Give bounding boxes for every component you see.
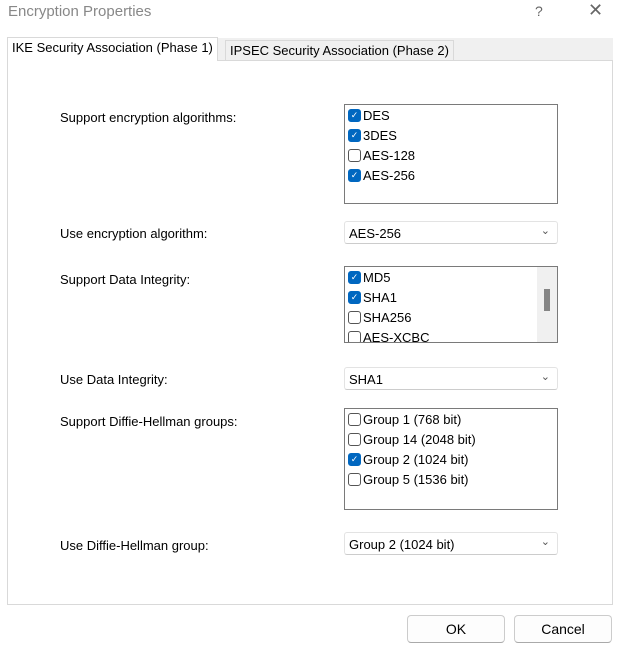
tab-ipsec-phase2[interactable]: IPSEC Security Association (Phase 2)	[225, 40, 454, 61]
use-integrity-label: Use Data Integrity:	[60, 372, 168, 387]
list-item[interactable]: Group 5 (1536 bit)	[345, 469, 557, 489]
checkbox-icon[interactable]	[348, 432, 361, 446]
checkbox-checked-icon[interactable]: ✓	[348, 270, 361, 284]
use-encryption-label: Use encryption algorithm:	[60, 226, 208, 241]
data-integrity-list[interactable]: ✓ MD5 ✓ SHA1 SHA256 AES-XCBC	[344, 266, 558, 343]
cancel-button[interactable]: Cancel	[514, 615, 612, 643]
list-item[interactable]: ✓ Group 2 (1024 bit)	[345, 449, 557, 469]
list-item-label: 3DES	[363, 127, 397, 143]
checkbox-icon[interactable]	[348, 148, 361, 162]
list-item[interactable]: ✓ AES-256	[345, 165, 557, 185]
list-item-label: DES	[363, 107, 390, 123]
window-title: Encryption Properties	[8, 3, 152, 20]
close-button[interactable]: ✕	[588, 0, 603, 21]
list-item[interactable]: ✓ DES	[345, 105, 557, 125]
list-item-label: SHA256	[363, 309, 412, 325]
support-integrity-label: Support Data Integrity:	[60, 272, 191, 287]
checkbox-icon[interactable]	[348, 472, 361, 486]
checkbox-checked-icon[interactable]: ✓	[348, 168, 361, 182]
checkbox-checked-icon[interactable]: ✓	[348, 452, 361, 466]
list-item[interactable]: AES-XCBC	[345, 327, 557, 343]
list-item[interactable]: AES-128	[345, 145, 557, 165]
list-item-label: AES-128	[363, 147, 416, 163]
scrollbar[interactable]	[537, 267, 557, 342]
support-dh-label: Support Diffie-Hellman groups:	[60, 414, 238, 429]
list-item-label: Group 5 (1536 bit)	[363, 471, 469, 487]
list-item[interactable]: ✓ MD5	[345, 267, 557, 287]
chevron-down-icon: ⌄	[540, 225, 550, 237]
dropdown-value: Group 2 (1024 bit)	[349, 537, 455, 552]
list-item[interactable]: Group 14 (2048 bit)	[345, 429, 557, 449]
list-item[interactable]: ✓ 3DES	[345, 125, 557, 145]
list-item-label: SHA1	[363, 289, 397, 305]
list-item-label: Group 1 (768 bit)	[363, 411, 462, 427]
list-item[interactable]: Group 1 (768 bit)	[345, 409, 557, 429]
dropdown-value: AES-256	[349, 226, 402, 241]
checkbox-checked-icon[interactable]: ✓	[348, 108, 361, 122]
chevron-down-icon: ⌄	[540, 371, 550, 383]
dh-groups-list[interactable]: Group 1 (768 bit) Group 14 (2048 bit) ✓ Gro…	[344, 408, 558, 510]
scrollbar-thumb[interactable]	[544, 289, 550, 311]
list-item-label: MD5	[363, 269, 391, 285]
list-item-label: Group 14 (2048 bit)	[363, 431, 476, 447]
checkbox-icon[interactable]	[348, 330, 361, 342]
help-button[interactable]: ?	[535, 3, 543, 19]
use-dh-label: Use Diffie-Hellman group:	[60, 538, 209, 553]
list-item[interactable]: SHA256	[345, 307, 557, 327]
support-encryption-label: Support encryption algorithms:	[60, 110, 237, 125]
chevron-down-icon: ⌄	[540, 536, 550, 548]
encryption-algorithm-dropdown[interactable]: AES-256 ⌄	[344, 221, 558, 244]
tab-bar: IKE Security Association (Phase 1) IPSEC…	[7, 37, 613, 61]
list-item-label: Group 2 (1024 bit)	[363, 451, 469, 467]
checkbox-checked-icon[interactable]: ✓	[348, 128, 361, 142]
data-integrity-dropdown[interactable]: SHA1 ⌄	[344, 367, 558, 390]
dh-group-dropdown[interactable]: Group 2 (1024 bit) ⌄	[344, 532, 558, 555]
list-item-label: AES-256	[363, 167, 416, 183]
encryption-algorithms-list[interactable]: ✓ DES ✓ 3DES AES-128 ✓ AES-256	[344, 104, 558, 204]
dropdown-value: SHA1	[349, 372, 383, 387]
checkbox-checked-icon[interactable]: ✓	[348, 290, 361, 304]
checkbox-icon[interactable]	[348, 412, 361, 426]
list-item[interactable]: ✓ SHA1	[345, 287, 557, 307]
tab-ike-phase1[interactable]: IKE Security Association (Phase 1)	[7, 37, 218, 61]
checkbox-icon[interactable]	[348, 310, 361, 324]
list-item-label: AES-XCBC	[363, 329, 430, 343]
ok-button[interactable]: OK	[407, 615, 505, 643]
